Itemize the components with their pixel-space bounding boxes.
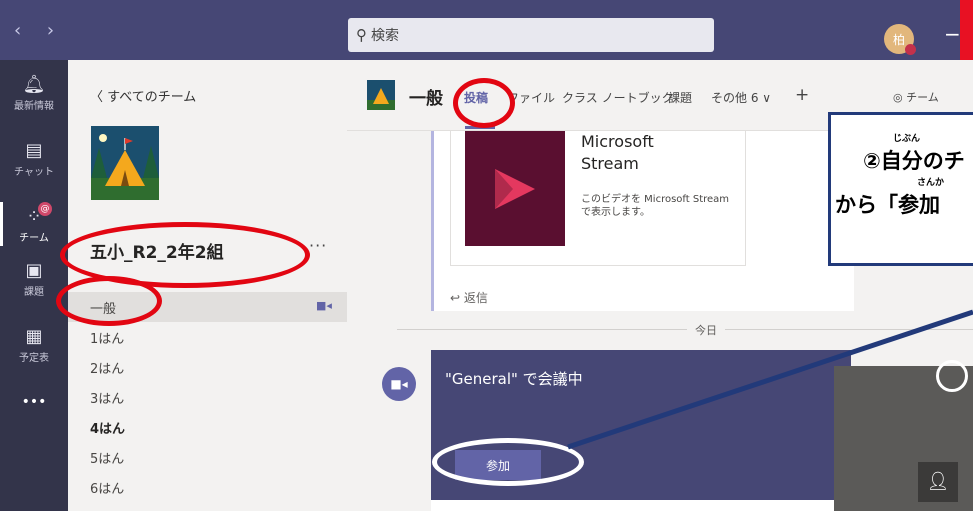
pointer-line (567, 309, 973, 450)
